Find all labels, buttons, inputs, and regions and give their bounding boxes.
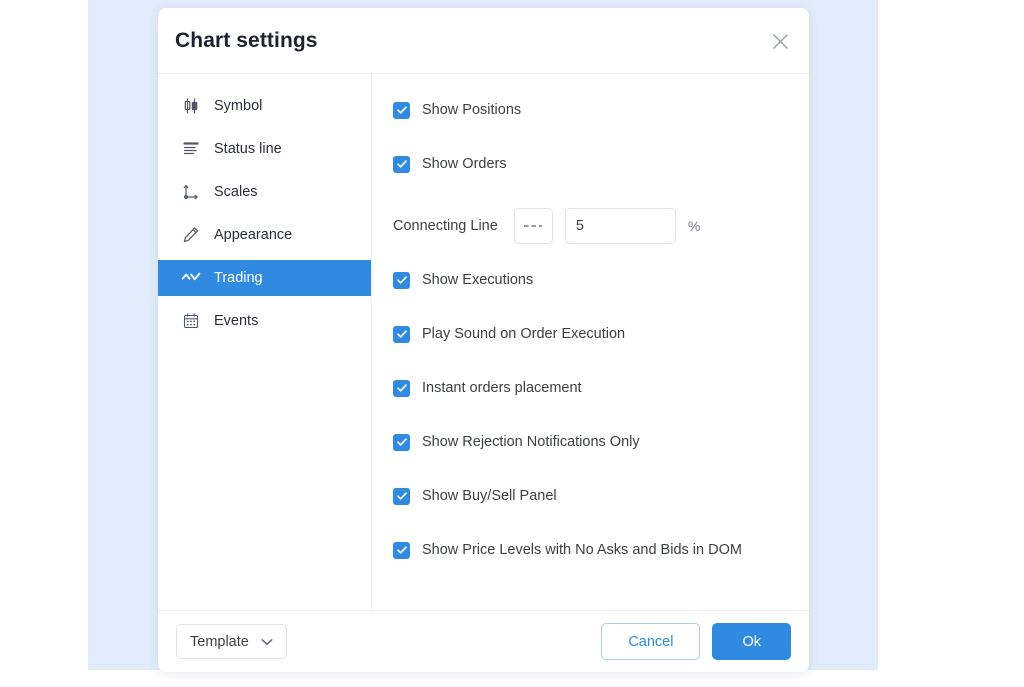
setting-instant-orders-placement[interactable]: Instant orders placement bbox=[393, 378, 809, 398]
axes-icon bbox=[180, 181, 202, 203]
candlestick-icon bbox=[180, 95, 202, 117]
cancel-button[interactable]: Cancel bbox=[601, 623, 701, 660]
sidebar-item-label: Status line bbox=[214, 141, 282, 157]
setting-label: Show Executions bbox=[422, 272, 534, 288]
checkbox-checked-icon[interactable] bbox=[393, 155, 410, 173]
sidebar-item-events[interactable]: Events bbox=[158, 303, 371, 339]
connecting-line-value-input[interactable] bbox=[564, 208, 676, 244]
sidebar-item-appearance[interactable]: Appearance bbox=[158, 217, 371, 253]
checkbox-checked-icon[interactable] bbox=[393, 487, 410, 505]
chart-settings-dialog: Chart settings Symbol Status line Scales… bbox=[158, 8, 809, 672]
page-title: Chart settings bbox=[175, 28, 318, 52]
dialog-footer: Template Cancel Ok bbox=[158, 610, 809, 672]
settings-sidebar: Symbol Status line Scales Appearance Tra… bbox=[158, 74, 372, 610]
setting-show-orders[interactable]: Show Orders bbox=[393, 154, 809, 174]
setting-label: Show Rejection Notifications Only bbox=[422, 434, 640, 450]
pencil-icon bbox=[180, 224, 202, 246]
dashed-line-icon bbox=[524, 225, 543, 227]
dialog-body: Symbol Status line Scales Appearance Tra… bbox=[158, 74, 809, 610]
template-dropdown-label: Template bbox=[190, 633, 249, 650]
sidebar-item-label: Symbol bbox=[214, 98, 263, 114]
sidebar-item-status-line[interactable]: Status line bbox=[158, 131, 371, 167]
checkbox-checked-icon[interactable] bbox=[393, 101, 410, 119]
connecting-line-unit: % bbox=[687, 218, 701, 234]
connecting-line-row: Connecting Line % bbox=[393, 208, 809, 244]
checkbox-checked-icon[interactable] bbox=[393, 271, 410, 289]
template-dropdown[interactable]: Template bbox=[176, 624, 287, 659]
sidebar-item-label: Appearance bbox=[214, 227, 293, 243]
line-style-dashed-button[interactable] bbox=[513, 208, 553, 244]
ok-button[interactable]: Ok bbox=[712, 623, 791, 660]
sidebar-item-symbol[interactable]: Symbol bbox=[158, 88, 371, 124]
setting-show-rejection-notifications-only[interactable]: Show Rejection Notifications Only bbox=[393, 432, 809, 452]
sidebar-item-label: Trading bbox=[214, 270, 263, 286]
setting-play-sound-on-order-execution[interactable]: Play Sound on Order Execution bbox=[393, 324, 809, 344]
status-lines-icon bbox=[180, 138, 202, 160]
setting-label: Play Sound on Order Execution bbox=[422, 326, 626, 342]
setting-label: Instant orders placement bbox=[422, 380, 582, 396]
setting-show-positions[interactable]: Show Positions bbox=[393, 100, 809, 120]
dialog-header: Chart settings bbox=[158, 8, 809, 74]
checkbox-checked-icon[interactable] bbox=[393, 433, 410, 451]
setting-show-price-levels-no-asks-bids-dom[interactable]: Show Price Levels with No Asks and Bids … bbox=[393, 540, 809, 560]
setting-label: Show Orders bbox=[422, 156, 507, 172]
trend-zigzag-icon bbox=[180, 267, 202, 289]
checkbox-checked-icon[interactable] bbox=[393, 325, 410, 343]
page-root: Chart settings Symbol Status line Scales… bbox=[0, 0, 1024, 687]
setting-show-executions[interactable]: Show Executions bbox=[393, 270, 809, 290]
checkbox-checked-icon[interactable] bbox=[393, 541, 410, 559]
setting-label: Show Positions bbox=[422, 102, 522, 118]
sidebar-item-scales[interactable]: Scales bbox=[158, 174, 371, 210]
sidebar-item-label: Events bbox=[214, 313, 259, 329]
trading-settings-panel: Show Positions Show Orders Connecting Li… bbox=[372, 74, 809, 610]
setting-show-buy-sell-panel[interactable]: Show Buy/Sell Panel bbox=[393, 486, 809, 506]
connecting-line-label: Connecting Line bbox=[393, 218, 498, 234]
sidebar-item-trading[interactable]: Trading bbox=[158, 260, 371, 296]
calendar-icon bbox=[180, 310, 202, 332]
sidebar-item-label: Scales bbox=[214, 184, 258, 200]
checkbox-checked-icon[interactable] bbox=[393, 379, 410, 397]
chevron-down-icon bbox=[261, 638, 273, 646]
setting-label: Show Buy/Sell Panel bbox=[422, 488, 557, 504]
close-icon[interactable] bbox=[765, 26, 795, 56]
setting-label: Show Price Levels with No Asks and Bids … bbox=[422, 542, 742, 558]
